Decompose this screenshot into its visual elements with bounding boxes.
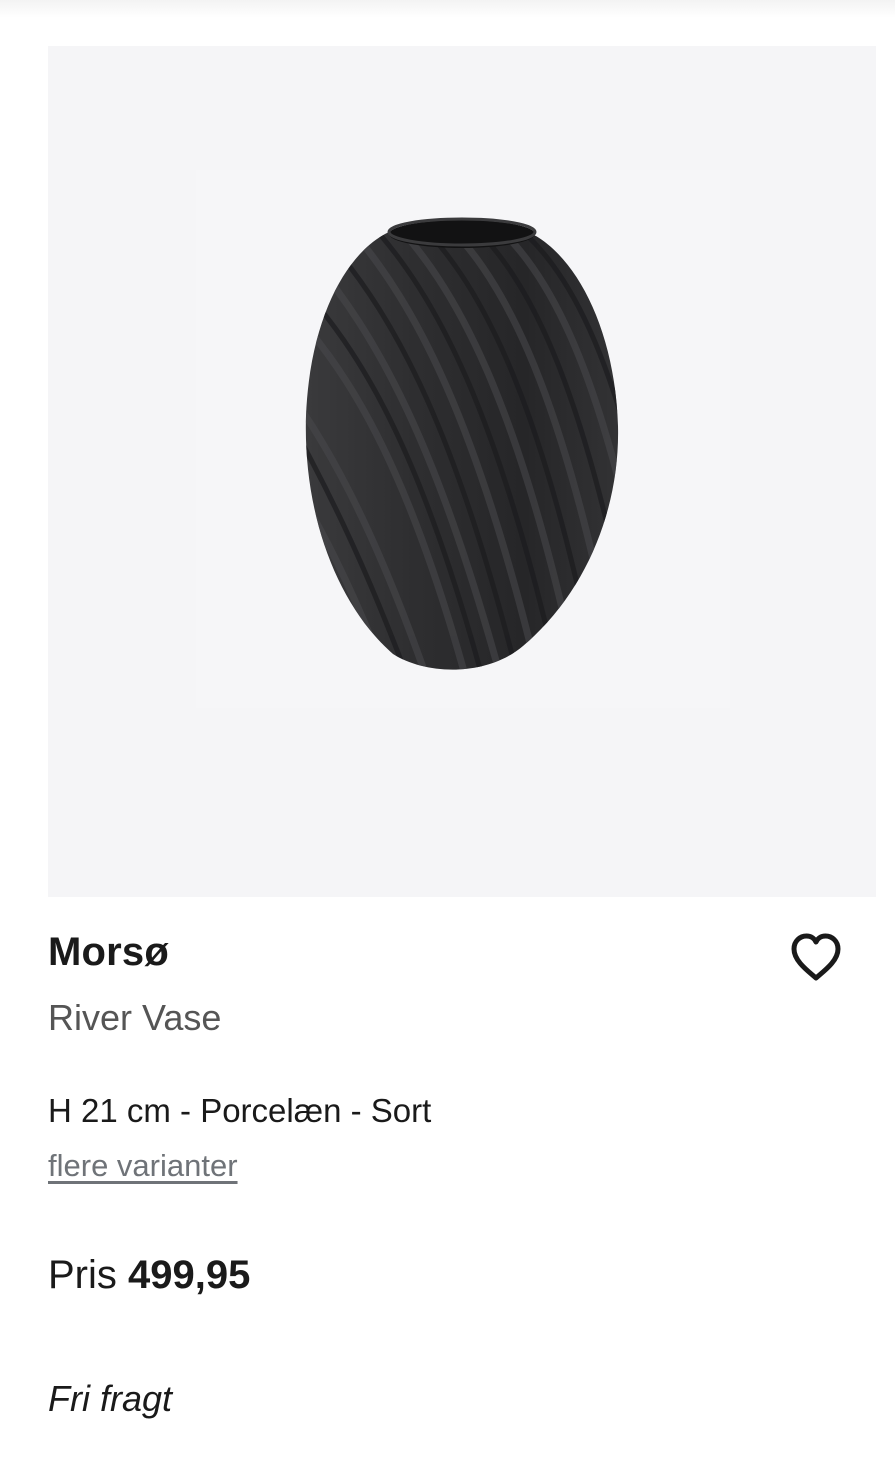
more-variants-link[interactable]: flere varianter: [48, 1148, 238, 1184]
price-value: 499,95: [128, 1253, 251, 1297]
wishlist-button[interactable]: [786, 928, 846, 986]
price-label: Pris: [48, 1253, 117, 1297]
vase-illustration: [196, 170, 730, 708]
product-card: Morsø River Vase H 21 cm - Porcelæn - So…: [0, 0, 895, 1457]
brand-name[interactable]: Morsø: [48, 930, 169, 975]
variant-description: H 21 cm - Porcelæn - Sort: [48, 1092, 432, 1129]
price: Pris 499,95: [48, 1253, 250, 1298]
product-image[interactable]: [48, 46, 876, 897]
product-name[interactable]: River Vase: [48, 997, 221, 1039]
top-edge-shadow: [0, 0, 895, 18]
heart-outline-icon: [791, 933, 841, 981]
shipping-note: Fri fragt: [48, 1378, 173, 1419]
